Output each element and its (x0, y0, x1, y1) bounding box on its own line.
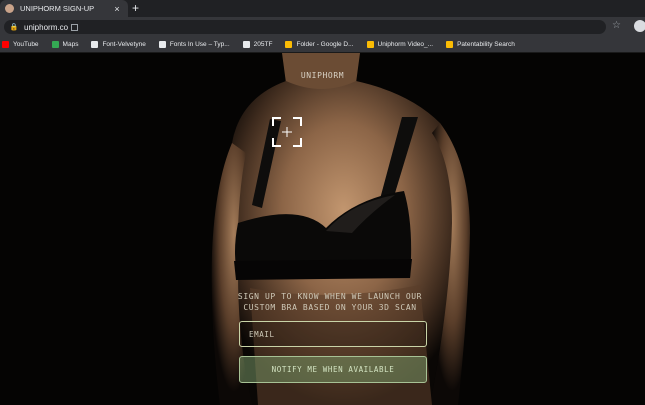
bookmark-label: Uniphorm Video_... (377, 40, 434, 48)
bookmark-label: Maps (62, 40, 79, 48)
bookmark-item[interactable]: Patentability Search (446, 40, 515, 48)
bookmark-item[interactable]: Fonts In Use – Typ... (158, 40, 230, 48)
notify-button-label: NOTIFY ME WHEN AVAILABLE (271, 365, 395, 374)
fontsinuse-icon (158, 40, 166, 48)
bookmark-item[interactable]: Font-Velvetyne (91, 40, 146, 48)
email-input[interactable]: EMAIL (239, 321, 427, 347)
browser-tab[interactable]: UNIPHORM SIGN-UP × (0, 0, 128, 17)
notify-button[interactable]: NOTIFY ME WHEN AVAILABLE (239, 356, 427, 383)
google-drive-icon (366, 40, 374, 48)
bookmark-item[interactable]: YouTube (2, 40, 39, 48)
205tf-icon (242, 40, 250, 48)
address-bar[interactable]: 🔒 uniphorm.co (4, 20, 606, 34)
bookmark-label: Fonts In Use – Typ... (169, 40, 230, 48)
bookmark-item[interactable]: Maps (51, 40, 79, 48)
tab-title: UNIPHORM SIGN-UP (20, 4, 95, 13)
bookmark-label: Font-Velvetyne (102, 40, 146, 48)
youtube-icon (2, 40, 9, 48)
tagline-line-1: SIGN UP TO KNOW WHEN WE LAUNCH OUR (237, 292, 423, 301)
tagline-line-2: CUSTOM BRA BASED ON YOUR 3D SCAN (243, 303, 417, 312)
3d-scan-icon (272, 117, 302, 147)
bookmark-item[interactable]: 205TF (242, 40, 273, 48)
brand-logo: UNIPHORM (300, 71, 345, 80)
hero-photo (0, 53, 645, 405)
tab-strip: UNIPHORM SIGN-UP × + (0, 0, 645, 17)
bookmark-label: YouTube (13, 40, 39, 48)
url-text[interactable]: uniphorm.co (24, 23, 68, 32)
signup-tagline: SIGN UP TO KNOW WHEN WE LAUNCH OUR CUSTO… (180, 291, 480, 313)
bookmark-label: Folder - Google D... (296, 40, 354, 48)
google-drive-icon (285, 40, 293, 48)
address-toolbar: 🔒 uniphorm.co ☆ (0, 17, 645, 36)
tab-close-icon[interactable]: × (110, 4, 124, 14)
landing-page: UNIPHORM SIGN UP TO KNOW WHEN WE LAUNCH … (0, 53, 645, 405)
favicon-icon (5, 4, 14, 13)
bookmark-item[interactable]: Uniphorm Video_... (366, 40, 434, 48)
site-settings-icon[interactable] (71, 23, 79, 31)
bookmark-item[interactable]: Folder - Google D... (285, 40, 354, 48)
new-tab-button[interactable]: + (132, 1, 139, 15)
profile-avatar[interactable] (634, 20, 645, 32)
maps-icon (51, 40, 59, 48)
bookmark-label: 205TF (253, 40, 273, 48)
lock-icon[interactable]: 🔒 (8, 23, 20, 31)
bookmark-star-icon[interactable]: ☆ (612, 20, 621, 31)
email-placeholder: EMAIL (249, 329, 275, 339)
velvetyne-icon (91, 40, 99, 48)
bookmark-label: Patentability Search (457, 40, 515, 48)
bookmarks-bar: YouTube Maps Font-Velvetyne Fonts In Use – … (0, 36, 645, 53)
google-drive-icon (446, 40, 454, 48)
